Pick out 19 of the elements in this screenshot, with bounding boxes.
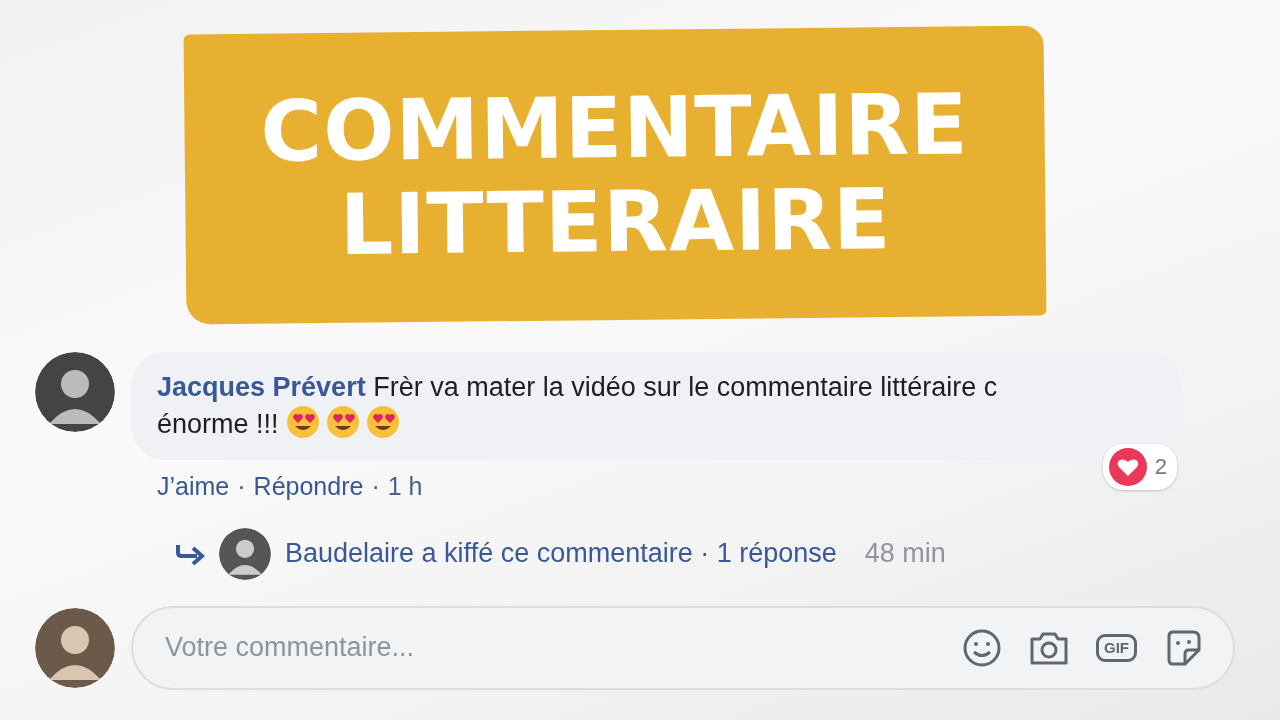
replies-link[interactable]: Baudelaire a kiffé ce commentaire · 1 réponse: [285, 533, 837, 574]
reply-arrow-icon: [175, 542, 205, 565]
author-link[interactable]: Jacques Prévert: [157, 372, 366, 402]
timestamp: 48 min: [864, 537, 946, 571]
separator-dot: ·: [237, 472, 246, 501]
avatar: [219, 527, 271, 580]
heart-eyes-emoji-icon: [326, 405, 361, 440]
timestamp: 1 h: [387, 472, 423, 501]
comment-field[interactable]: Votre commentaire... GIF: [131, 605, 1235, 690]
heart-eyes-emoji-icon: [366, 405, 401, 440]
gif-button[interactable]: GIF: [1096, 633, 1137, 662]
heart-eyes-emoji-icon: [286, 405, 321, 440]
like-link[interactable]: J’aime: [157, 472, 230, 501]
reply-link[interactable]: Répondre: [253, 472, 364, 501]
separator-dot: ·: [371, 472, 380, 501]
reaction-badge[interactable]: 2: [1102, 444, 1177, 491]
comment-text: Jacques Prévert Frèr va mater la vidéo sur le commentaire littéraire c énorme !!!: [157, 371, 999, 442]
reaction-count: 2: [1154, 452, 1167, 481]
emoji-icon[interactable]: [962, 627, 1002, 668]
